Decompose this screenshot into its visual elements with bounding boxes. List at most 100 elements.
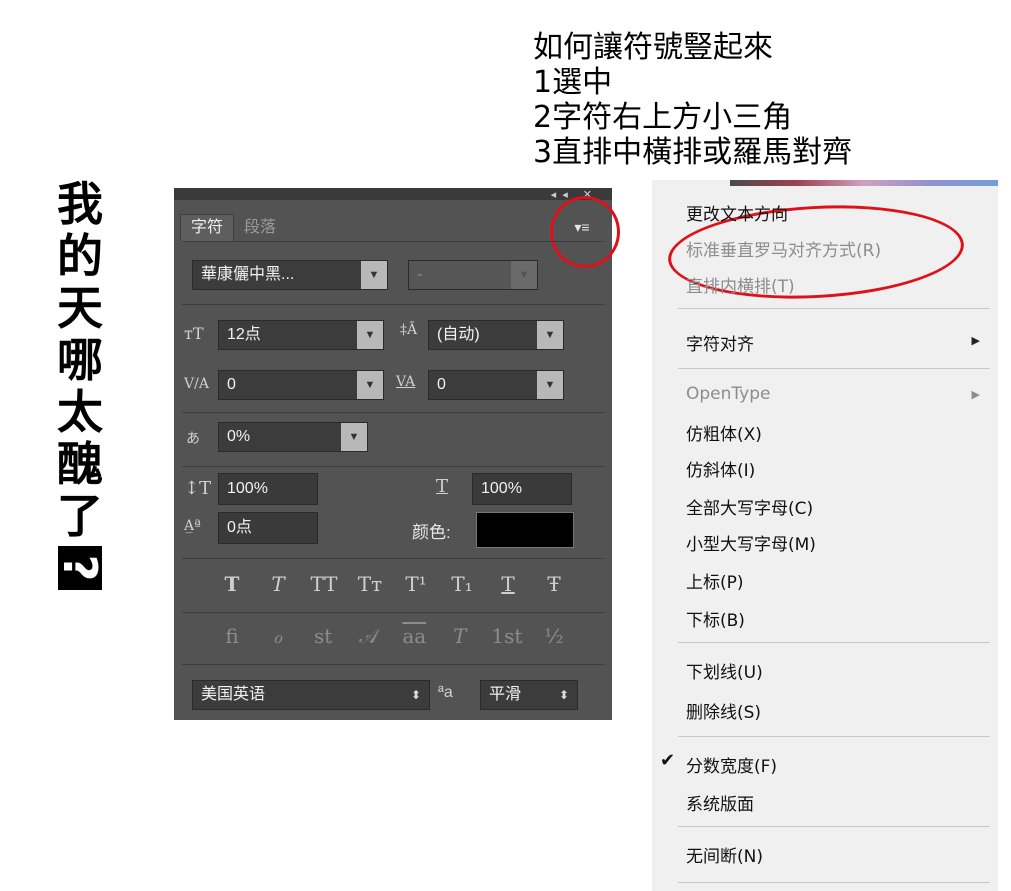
chevron-down-icon[interactable]: ▼ — [357, 321, 383, 349]
language-value: 美国英语 — [201, 686, 266, 703]
menu-item-tate-chu-yoko[interactable]: 直排内横排(T) — [686, 272, 795, 297]
menu-item-faux-bold[interactable]: 仿粗体(X) — [686, 420, 762, 445]
instructions: 如何讓符號豎起來 1選中 2字符右上方小三角 3直排中橫排或羅馬對齊 — [533, 30, 852, 170]
faux-italic-button[interactable]: T — [264, 572, 292, 596]
panel-tabs: 字符 段落 — [180, 214, 286, 241]
font-family-select[interactable]: 華康儷中黑... ▼ — [192, 260, 388, 290]
type-style-buttons: T T TT Tт T¹ T₁ T Ŧ — [218, 572, 568, 596]
divider — [182, 558, 604, 559]
chevron-down-icon[interactable]: ▼ — [511, 261, 537, 289]
leading-select[interactable]: (自动) ▼ — [428, 320, 564, 350]
chevron-down-icon[interactable]: ▼ — [357, 371, 383, 399]
menu-separator — [678, 308, 990, 309]
title-char: 天 — [57, 281, 103, 335]
menu-separator — [678, 368, 990, 369]
ligatures-button[interactable]: fi — [218, 624, 246, 648]
strikethrough-button[interactable]: Ŧ — [540, 572, 568, 596]
menu-item-small-caps[interactable]: 小型大写字母(M) — [686, 530, 816, 555]
character-panel: ◂◂ ✕ 字符 段落 ▾≡ 華康儷中黑... ▼ - ▼ ᴛT 12点 ▼ ‡Ā … — [174, 188, 620, 720]
chevron-down-icon[interactable]: ▼ — [537, 321, 563, 349]
menu-item-subscript[interactable]: 下标(B) — [686, 606, 745, 631]
menu-item-all-caps[interactable]: 全部大写字母(C) — [686, 494, 813, 519]
font-style-select[interactable]: - ▼ — [408, 260, 538, 290]
instruction-line: 如何讓符號豎起來 — [533, 30, 773, 65]
chevron-down-icon[interactable]: ▼ — [537, 371, 563, 399]
tab-paragraph[interactable]: 段落 — [234, 215, 286, 241]
menu-separator — [678, 826, 990, 827]
menu-item-standard-vertical-roman[interactable]: 标准垂直罗马对齐方式(R) — [686, 236, 881, 261]
menu-item-opentype[interactable]: OpenType — [686, 384, 770, 404]
chevron-down-icon[interactable]: ▼ — [361, 261, 387, 289]
swash-button[interactable]: 𝒜 — [355, 624, 383, 648]
menu-item-change-orientation[interactable]: 更改文本方向 — [686, 200, 788, 225]
superscript-button[interactable]: T¹ — [402, 572, 430, 596]
menu-separator — [678, 736, 990, 737]
divider — [182, 304, 604, 305]
menu-separator — [678, 882, 990, 883]
font-size-icon: ᴛT — [184, 324, 204, 343]
kerning-select[interactable]: 0 ▼ — [218, 370, 384, 400]
title-char: 的 — [57, 229, 103, 283]
contextual-alternates-button[interactable]: st — [309, 624, 337, 648]
menu-separator — [678, 642, 990, 643]
title-char: 了 — [57, 489, 103, 543]
titling-alternates-button[interactable]: T — [446, 624, 474, 648]
menu-item-character-alignment[interactable]: 字符对齐 — [686, 330, 754, 355]
kerning-value: 0 — [227, 376, 236, 393]
menu-item-underline[interactable]: 下划线(U) — [686, 658, 763, 683]
updown-icon: ⬍ — [410, 688, 421, 702]
font-style-value: - — [417, 266, 423, 283]
title-char: 我 — [57, 177, 103, 231]
small-caps-button[interactable]: Tт — [356, 572, 384, 596]
underline-button[interactable]: T — [494, 572, 522, 596]
anti-alias-select[interactable]: 平滑 ⬍ — [480, 680, 578, 710]
menu-item-system-layout[interactable]: 系统版面 — [686, 790, 754, 815]
tsume-value: 0% — [227, 428, 251, 445]
tsume-icon: あ — [186, 431, 200, 447]
chevron-down-icon[interactable]: ▼ — [341, 423, 367, 451]
faux-bold-button[interactable]: T — [218, 572, 246, 596]
font-size-select[interactable]: 12点 ▼ — [218, 320, 384, 350]
all-caps-button[interactable]: TT — [310, 572, 338, 596]
vertical-title: 我 的 天 哪 太 醜 了 ? — [52, 178, 108, 590]
checkmark-icon: ✔ — [660, 750, 676, 771]
stylistic-alternates-button[interactable]: aa — [400, 624, 428, 648]
updown-icon: ⬍ — [558, 688, 569, 702]
divider — [182, 466, 604, 467]
instruction-line: 3直排中橫排或羅馬對齊 — [533, 135, 853, 170]
leading-icon: ‡Ā — [400, 322, 418, 338]
kerning-icon: V/A — [184, 376, 209, 392]
language-select[interactable]: 美国英语 ⬍ — [192, 680, 430, 710]
menu-item-strikethrough[interactable]: 删除线(S) — [686, 698, 761, 723]
tracking-select[interactable]: 0 ▼ — [428, 370, 564, 400]
color-label: 颜色: — [412, 523, 451, 542]
subscript-button[interactable]: T₁ — [448, 572, 476, 596]
divider — [182, 412, 604, 413]
tracking-value: 0 — [437, 376, 446, 393]
tab-character[interactable]: 字符 — [180, 214, 235, 241]
title-char: 太 — [57, 385, 103, 439]
fractions-button[interactable]: ½ — [540, 624, 568, 648]
horizontal-scale-icon: T — [436, 476, 449, 497]
menu-item-faux-italic[interactable]: 仿斜体(I) — [686, 456, 755, 481]
annotation-circle — [550, 196, 620, 268]
panel-flyout-menu: 更改文本方向 标准垂直罗马对齐方式(R) 直排内横排(T) 字符对齐 ▶ Ope… — [652, 180, 998, 891]
vertical-scale-field[interactable]: 100% — [218, 473, 318, 505]
font-family-value: 華康儷中黑... — [201, 266, 295, 283]
ordinals-button[interactable]: 1st — [491, 624, 522, 648]
menu-item-no-break[interactable]: 无间断(N) — [686, 842, 763, 867]
baseline-shift-field[interactable]: 0点 — [218, 512, 318, 544]
divider — [182, 241, 604, 242]
tsume-select[interactable]: 0% ▼ — [218, 422, 368, 452]
submenu-arrow-icon: ▶ — [971, 334, 980, 347]
color-strip — [730, 180, 998, 186]
text-color-swatch[interactable] — [476, 512, 574, 548]
title-char: 醜 — [57, 437, 103, 491]
horizontal-scale-field[interactable]: 100% — [472, 473, 572, 505]
discretionary-ligatures-button[interactable]: ℴ — [264, 624, 292, 648]
divider — [182, 612, 604, 613]
menu-item-fractional-widths[interactable]: 分数宽度(F) — [686, 752, 777, 777]
menu-item-superscript[interactable]: 上标(P) — [686, 568, 744, 593]
instruction-line: 1選中 — [533, 65, 613, 100]
title-question-mark: ? — [53, 546, 107, 590]
